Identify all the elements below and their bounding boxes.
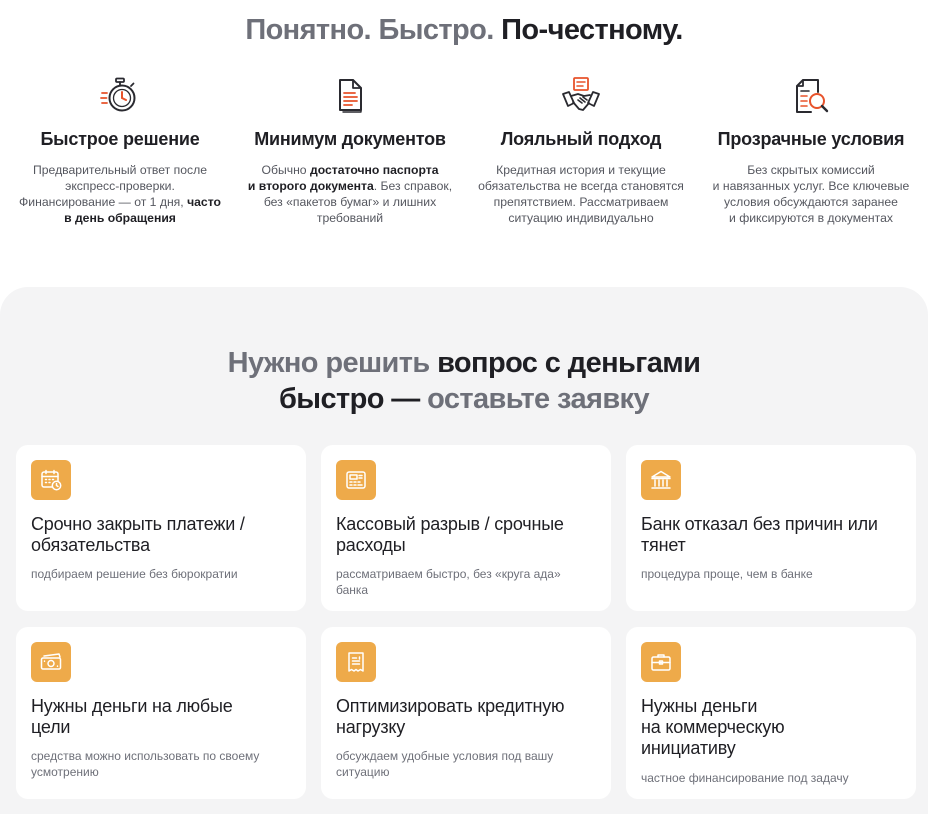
hero-title-light: Понятно. Быстро. [245, 14, 494, 46]
briefcase-icon [651, 654, 671, 671]
card-description: рассматриваем быстро, без «круга ада» бан… [336, 567, 561, 597]
feature-transparent-terms: Прозрачные условия Без скрытых комиссий … [696, 76, 926, 226]
hero-title: Понятно. Быстро. По-честному. [0, 14, 928, 47]
cash-register-icon [346, 471, 366, 489]
bank-icon [651, 470, 671, 489]
calendar-clock-icon [41, 469, 62, 491]
document-icon [339, 79, 362, 113]
feature-fast-decision: Быстрое решение Предварительный ответ по… [5, 76, 235, 226]
feature-title: Лояльный подход [500, 129, 662, 149]
card-title: Нужны деньги на коммерческую инициативу [641, 696, 785, 758]
request-panel: Нужно решить вопрос с деньгами быстро — … [0, 287, 928, 814]
feature-title: Минимум документов [254, 129, 446, 149]
features-row: Быстрое решение Предварительный ответ по… [0, 76, 928, 246]
stopwatch-icon [100, 77, 136, 112]
card-description: частное финансирование под задачу [641, 771, 849, 785]
feature-description: Без скрытых комиссий и навязанных услуг.… [712, 163, 910, 225]
feature-min-documents: Минимум документов Обычно достаточно пас… [235, 76, 465, 226]
feature-loyal-approach: Лояльный подход Кредитная история и теку… [466, 76, 696, 226]
banknote-icon [40, 653, 62, 670]
hero-title-dark: По-честному. [501, 14, 683, 46]
card-title: Кассовый разрыв / срочные расходы [336, 514, 564, 555]
receipt-icon [348, 652, 364, 672]
feature-description: Обычно достаточно паспорта и второго док… [247, 163, 453, 225]
card-title: Оптимизировать кредитную нагрузку [336, 696, 565, 737]
card-title: Срочно закрыть платежи / обязательства [31, 514, 245, 555]
card-title: Нужны деньги на любые цели [31, 696, 233, 737]
feature-description: Предварительный ответ после экспресс-про… [19, 163, 221, 225]
card-commercial-initiative[interactable]: Нужны деньги на коммерческую инициативу ча… [626, 627, 916, 799]
card-description: средства можно использовать по своему усм… [31, 749, 260, 779]
handshake-icon [562, 77, 600, 111]
card-description: обсуждаем удобные условия под вашу ситуац… [336, 749, 554, 779]
feature-description: Кредитная история и текущие обязательств… [478, 163, 684, 225]
card-bank-refused[interactable]: Банк отказал без причин или тянет процеду… [626, 445, 916, 611]
feature-title: Быстрое решение [40, 129, 200, 149]
card-urgent-payments[interactable]: Срочно закрыть платежи / обязательства по… [16, 445, 306, 611]
card-optimize-credit[interactable]: Оптимизировать кредитную нагрузку обсужда… [321, 627, 611, 799]
feature-title: Прозрачные условия [717, 129, 905, 149]
card-description: процедура проще, чем в банке [641, 567, 813, 581]
card-title: Банк отказал без причин или тянет [641, 514, 878, 555]
card-cash-gap[interactable]: Кассовый разрыв / срочные расходы рассмат… [321, 445, 611, 611]
card-description: подбираем решение без бюрократии [31, 567, 238, 581]
card-any-purpose[interactable]: Нужны деньги на любые цели средства можно… [16, 627, 306, 799]
document-search-icon [796, 79, 829, 113]
panel-title: Нужно решить вопрос с деньгами быстро — … [227, 347, 701, 415]
